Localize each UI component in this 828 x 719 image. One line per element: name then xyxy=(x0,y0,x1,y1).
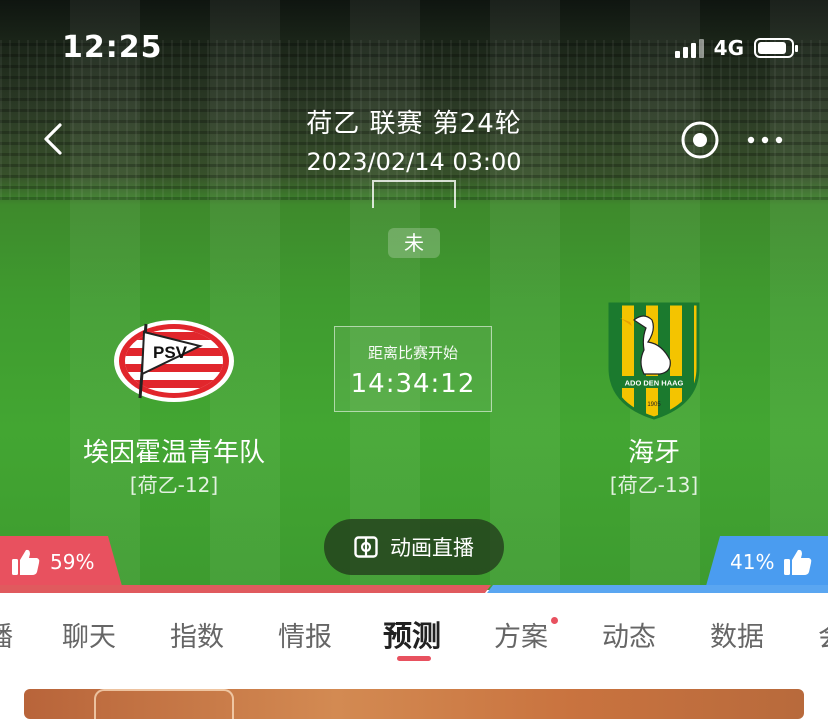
away-vote-button[interactable]: 41% xyxy=(706,536,828,586)
detail-tab-bar: 播 聊天 指数 情报 预测 方案 动态 数据 会 xyxy=(0,593,828,673)
status-indicators: 4G xyxy=(674,36,798,60)
target-icon[interactable] xyxy=(680,120,720,160)
home-team-logo[interactable]: PSV xyxy=(112,318,236,404)
battery-icon xyxy=(754,38,798,58)
away-vote-percent: 41% xyxy=(730,550,775,574)
home-vote-share-bar xyxy=(0,585,491,593)
thumbs-up-icon xyxy=(784,549,812,575)
home-vote-percent: 59% xyxy=(50,550,95,574)
away-logo-text: ADO DEN HAAG xyxy=(625,379,684,388)
tab-more[interactable]: 会 xyxy=(818,615,828,654)
away-team-name[interactable]: 海牙 xyxy=(560,432,748,469)
live-animation-label: 动画直播 xyxy=(390,536,474,560)
tab-activity[interactable]: 动态 xyxy=(602,615,656,654)
away-logo-year: 1905 xyxy=(647,402,661,408)
tab-odds[interactable]: 指数 xyxy=(170,615,224,654)
tab-plans-badge-dot xyxy=(551,617,558,624)
signal-icon xyxy=(674,38,704,58)
tab-chat[interactable]: 聊天 xyxy=(62,615,116,654)
thumbs-up-icon xyxy=(12,549,40,575)
live-animation-icon xyxy=(354,536,378,558)
more-icon[interactable] xyxy=(745,134,785,146)
kickoff-countdown: 距离比赛开始 14:34:12 xyxy=(334,326,492,412)
match-state-badge: 未 xyxy=(388,228,440,258)
home-vote-button[interactable]: 59% xyxy=(0,536,122,586)
active-tab-indicator xyxy=(397,656,431,661)
home-team-rank: [荷乙-12] xyxy=(129,473,219,497)
away-vote-share-bar xyxy=(487,585,828,593)
status-time: 12:25 xyxy=(62,30,163,65)
away-team-logo[interactable]: ADO DEN HAAG 1905 xyxy=(604,298,704,422)
live-animation-button[interactable]: 动画直播 xyxy=(324,519,504,575)
home-team-name[interactable]: 埃因霍温青年队 xyxy=(60,432,288,469)
promo-banner[interactable] xyxy=(24,689,804,719)
countdown-label: 距离比赛开始 xyxy=(367,344,458,362)
match-hero: 12:25 4G 荷乙 联赛 第24轮 2023/02/14 03:00 未 P xyxy=(0,0,828,590)
tab-intel[interactable]: 情报 xyxy=(278,615,332,654)
goal-post xyxy=(372,180,456,208)
tab-plans[interactable]: 方案 xyxy=(494,615,548,654)
countdown-time: 14:34:12 xyxy=(350,369,476,399)
away-team-rank: [荷乙-13] xyxy=(609,473,699,497)
tab-live[interactable]: 播 xyxy=(0,615,13,654)
tab-prediction[interactable]: 预测 xyxy=(383,613,441,655)
home-logo-text: PSV xyxy=(153,343,188,362)
network-type: 4G xyxy=(713,36,744,60)
banner-card-frame xyxy=(94,689,234,719)
tab-data[interactable]: 数据 xyxy=(710,615,764,654)
